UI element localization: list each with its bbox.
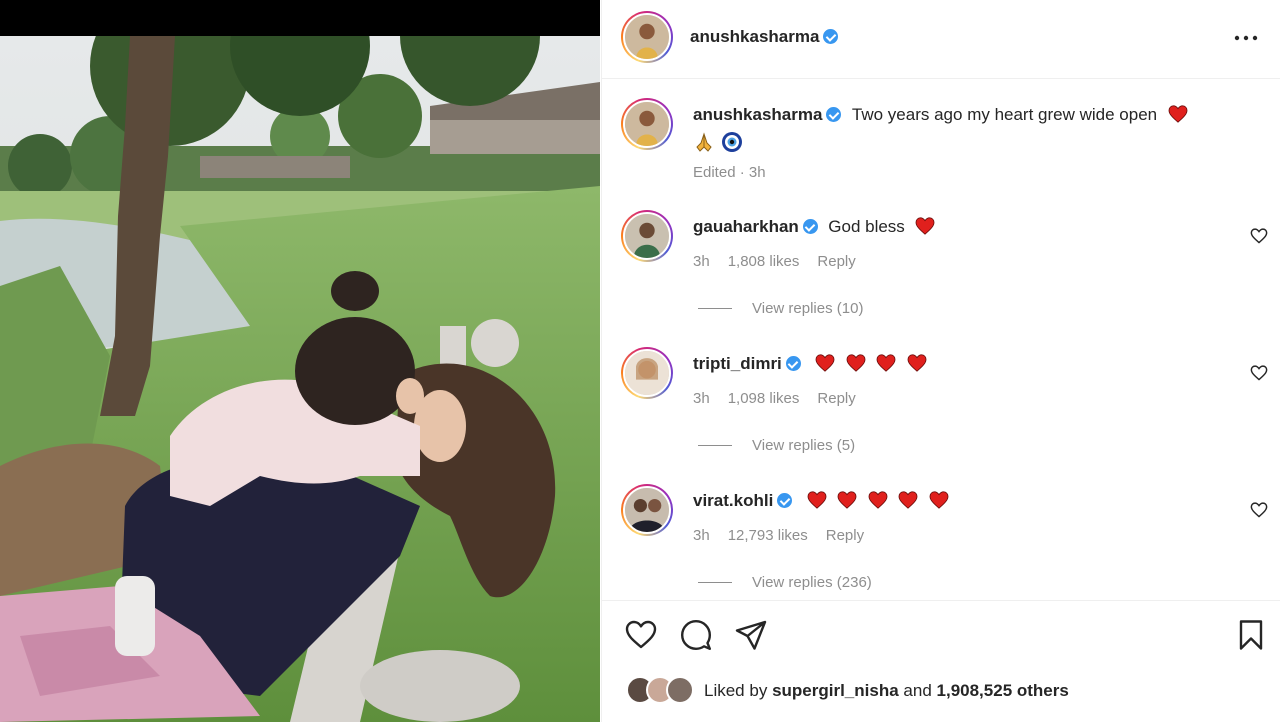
post-photo[interactable] — [0, 0, 600, 722]
comment-username[interactable]: gauaharkhan — [693, 217, 799, 236]
view-replies-label[interactable]: View replies (10) — [752, 300, 863, 317]
red-heart-emoji — [846, 354, 866, 372]
comment-likes[interactable]: 1,808 likes — [728, 253, 800, 270]
liked-by-summary: Liked by supergirl_nisha and 1,908,525 o… — [704, 681, 1069, 701]
comment-hearts — [809, 354, 927, 373]
view-replies-button[interactable]: View replies (236) — [698, 574, 872, 591]
red-heart-emoji — [837, 491, 857, 509]
commenter-avatar[interactable] — [621, 484, 673, 536]
author-username[interactable]: anushkasharma — [690, 27, 819, 46]
photo-letterbox-bar — [0, 0, 600, 36]
reply-button[interactable]: Reply — [826, 527, 864, 544]
comment-like-icon[interactable] — [1250, 502, 1268, 518]
post-detail-panel: anushkasharma anushkasharma Two years ag… — [601, 0, 1280, 722]
verified-badge-icon — [777, 493, 793, 508]
red-heart-emoji — [876, 354, 896, 372]
header-divider — [602, 78, 1280, 79]
post-image — [0, 36, 600, 722]
view-replies-button[interactable]: View replies (10) — [698, 300, 863, 317]
comment-like-icon[interactable] — [1250, 228, 1268, 244]
red-heart-emoji — [868, 491, 888, 509]
liked-by-avatars[interactable] — [626, 676, 698, 704]
commenter-avatar[interactable] — [621, 347, 673, 399]
red-heart-emoji — [807, 491, 827, 509]
comment-meta: 3h 12,793 likes Reply — [693, 527, 882, 544]
comment-time: 3h — [693, 527, 710, 544]
red-heart-emoji — [915, 217, 935, 235]
author-header: anushkasharma — [690, 27, 839, 47]
actions-divider — [602, 600, 1280, 601]
red-heart-emoji — [815, 354, 835, 372]
verified-badge-icon — [785, 356, 801, 371]
view-replies-button[interactable]: View replies (5) — [698, 437, 855, 454]
red-heart-emoji — [907, 354, 927, 372]
comment-username[interactable]: tripti_dimri — [693, 354, 782, 373]
comment-bubble-icon[interactable] — [679, 618, 713, 652]
paper-plane-icon[interactable] — [734, 618, 768, 652]
comment-3: virat.kohli — [693, 491, 949, 511]
red-heart-emoji — [898, 491, 918, 509]
nazar-amulet-emoji — [721, 131, 743, 153]
comment-text: God bless — [828, 217, 905, 236]
comment-2: tripti_dimri — [693, 354, 927, 374]
verified-badge-icon — [823, 29, 839, 44]
view-replies-label[interactable]: View replies (5) — [752, 437, 855, 454]
comment-hearts — [801, 491, 949, 510]
red-heart-emoji — [929, 491, 949, 509]
comment-time: 3h — [693, 253, 710, 270]
caption-avatar[interactable] — [621, 98, 673, 150]
liked-by-prefix: Liked by — [704, 681, 768, 700]
comment-username[interactable]: virat.kohli — [693, 491, 773, 510]
liked-by-connector: and — [903, 681, 932, 700]
commenter-avatar[interactable] — [621, 210, 673, 262]
comment-likes[interactable]: 1,098 likes — [728, 390, 800, 407]
reply-line — [698, 308, 732, 309]
avatar — [666, 676, 694, 704]
view-replies-label[interactable]: View replies (236) — [752, 574, 872, 591]
comment-time: 3h — [693, 390, 710, 407]
reply-line — [698, 445, 732, 446]
reply-button[interactable]: Reply — [817, 390, 855, 407]
liked-by-user[interactable]: supergirl_nisha — [772, 681, 899, 700]
heart-outline-icon[interactable] — [624, 618, 658, 652]
comment-1: gauaharkhan God bless — [693, 217, 935, 237]
verified-badge-icon — [826, 107, 842, 122]
caption: anushkasharma Two years ago my heart gre… — [693, 105, 1253, 153]
comment-likes[interactable]: 12,793 likes — [728, 527, 808, 544]
reply-line — [698, 582, 732, 583]
comment-meta: 3h 1,808 likes Reply — [693, 253, 874, 270]
bookmark-icon[interactable] — [1234, 618, 1268, 652]
caption-text: Two years ago my heart grew wide open — [851, 105, 1158, 124]
author-avatar[interactable] — [621, 11, 673, 63]
caption-username[interactable]: anushkasharma — [693, 105, 822, 124]
comment-like-icon[interactable] — [1250, 365, 1268, 381]
reply-button[interactable]: Reply — [817, 253, 855, 270]
more-options-icon[interactable] — [1226, 26, 1266, 50]
liked-by-others[interactable]: 1,908,525 others — [937, 681, 1069, 700]
caption-timestamp: Edited · 3h — [693, 164, 766, 181]
verified-badge-icon — [802, 219, 818, 234]
red-heart-emoji — [1168, 105, 1188, 123]
comment-meta: 3h 1,098 likes Reply — [693, 390, 874, 407]
folded-hands-emoji — [693, 131, 715, 153]
